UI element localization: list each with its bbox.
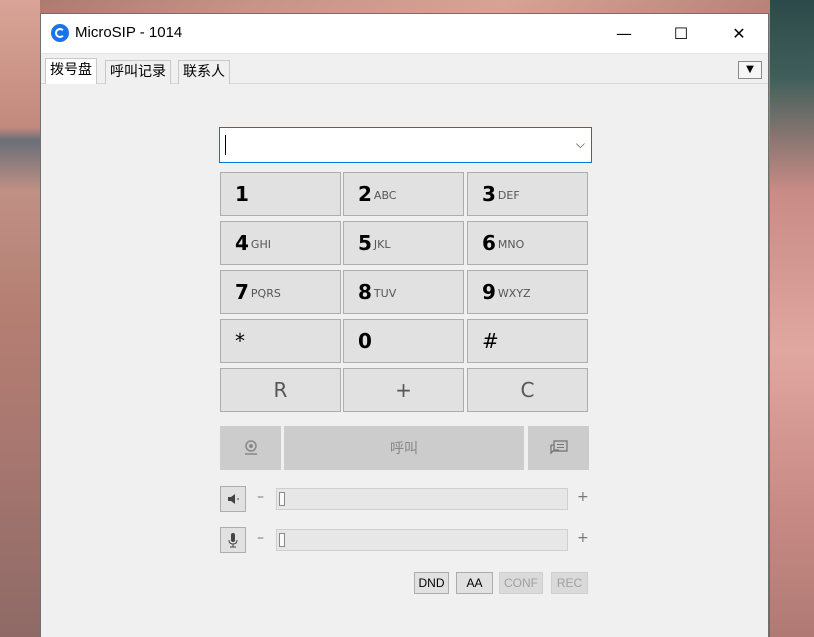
redial-button[interactable]: R [220, 368, 341, 412]
key-letters: WXYZ [497, 287, 531, 300]
microphone-plus: + [577, 530, 589, 546]
chevron-down-icon[interactable]: ⌵ [576, 137, 585, 152]
tabs-menu-dropdown-icon[interactable]: ▼ [738, 61, 762, 79]
text-caret [225, 135, 226, 155]
speaker-plus: + [577, 489, 589, 505]
clear-button[interactable]: C [467, 368, 588, 412]
key-digit: * [235, 329, 245, 353]
microphone-icon [228, 533, 238, 548]
key-9[interactable]: 9 WXYZ [467, 270, 588, 314]
dnd-button[interactable]: DND [414, 572, 449, 594]
key-digit: 2 [358, 182, 372, 206]
key-digit: 0 [358, 329, 372, 353]
slider-thumb[interactable] [279, 492, 285, 506]
tab-dialpad[interactable]: 拨号盘 [45, 58, 97, 84]
microphone-mute-button[interactable] [220, 527, 246, 553]
chat-icon [549, 440, 568, 455]
desktop-wallpaper-right [770, 0, 814, 637]
window-title: MicroSIP - 1014 [75, 24, 183, 41]
webcam-icon [244, 440, 257, 455]
key-1[interactable]: 1 [220, 172, 341, 216]
video-call-button[interactable] [220, 426, 281, 470]
key-0[interactable]: 0 [343, 319, 464, 363]
desktop-wallpaper-left [0, 0, 40, 637]
key-letters: ABC [373, 189, 397, 202]
key-letters: PQRS [250, 287, 281, 300]
slider-thumb[interactable] [279, 533, 285, 547]
key-digit: 9 [482, 280, 496, 304]
key-digit: 5 [358, 231, 372, 255]
key-2[interactable]: 2 ABC [343, 172, 464, 216]
close-button[interactable]: ✕ [716, 14, 762, 53]
microsip-logo-icon [51, 24, 69, 42]
record-button[interactable]: REC [551, 572, 588, 594]
call-button[interactable]: 呼叫 [284, 426, 524, 470]
key-5[interactable]: 5 JKL [343, 221, 464, 265]
key-letters: MNO [497, 238, 525, 251]
key-8[interactable]: 8 TUV [343, 270, 464, 314]
key-letters: JKL [373, 238, 391, 251]
speaker-icon [228, 494, 239, 504]
key-3[interactable]: 3 DEF [467, 172, 588, 216]
key-digit: 4 [235, 231, 249, 255]
key-hash[interactable]: # [467, 319, 588, 363]
key-letters: GHI [250, 238, 271, 251]
key-4[interactable]: 4 GHI [220, 221, 341, 265]
key-digit: 3 [482, 182, 496, 206]
maximize-button[interactable]: ☐ [658, 14, 704, 53]
auto-answer-button[interactable]: AA [456, 572, 493, 594]
tab-call-history[interactable]: 呼叫记录 [105, 60, 171, 84]
plus-button[interactable]: + [343, 368, 464, 412]
speaker-mute-button[interactable] [220, 486, 246, 512]
key-digit: 7 [235, 280, 249, 304]
key-digit: 6 [482, 231, 496, 255]
microsip-window: MicroSIP - 1014 — ☐ ✕ 拨号盘 呼叫记录 联系人 ▼ ⌵ 1… [40, 13, 769, 637]
title-bar[interactable]: MicroSIP - 1014 — ☐ ✕ [41, 14, 768, 53]
microphone-volume-slider[interactable] [276, 529, 568, 551]
key-letters: DEF [497, 189, 520, 202]
message-button[interactable] [528, 426, 589, 470]
tab-contacts[interactable]: 联系人 [178, 60, 230, 84]
key-6[interactable]: 6 MNO [467, 221, 588, 265]
microphone-minus: – [257, 530, 264, 546]
key-7[interactable]: 7 PQRS [220, 270, 341, 314]
key-digit: 8 [358, 280, 372, 304]
key-digit: 1 [235, 182, 249, 206]
speaker-volume-slider[interactable] [276, 488, 568, 510]
minimize-button[interactable]: — [601, 14, 647, 53]
key-digit: # [482, 329, 499, 353]
key-star[interactable]: * [220, 319, 341, 363]
speaker-minus: – [257, 489, 264, 505]
dial-number-combobox[interactable]: ⌵ [219, 127, 592, 163]
tab-bar: 拨号盘 呼叫记录 联系人 ▼ [41, 53, 768, 84]
key-letters: TUV [373, 287, 397, 300]
conference-button[interactable]: CONF [499, 572, 543, 594]
